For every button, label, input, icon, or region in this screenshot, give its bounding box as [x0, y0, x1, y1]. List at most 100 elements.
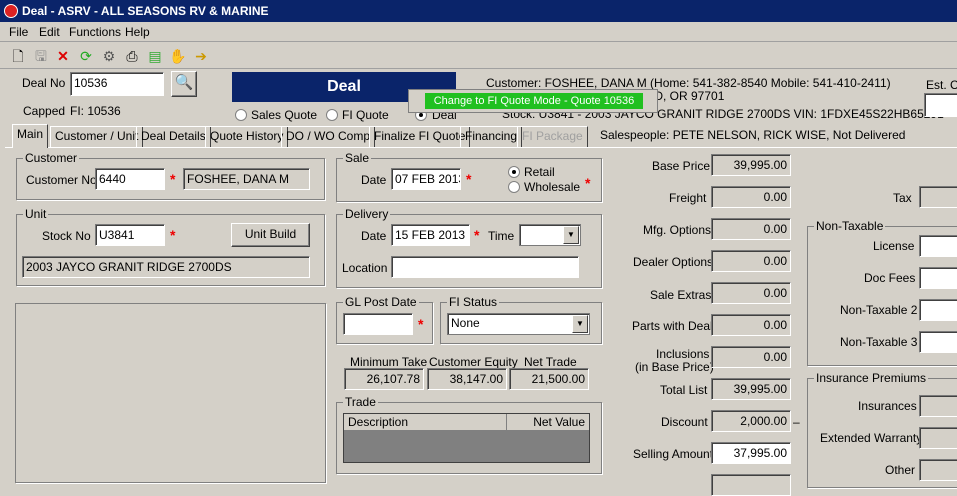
fi-status-title: FI Status — [447, 295, 500, 309]
customer-equity-value: 38,147.00 — [427, 368, 507, 390]
tab-fi-package[interactable]: FI Package — [517, 126, 588, 147]
parts-with-deal-value: 0.00 — [711, 314, 791, 336]
export-icon[interactable]: ▤ — [146, 47, 164, 65]
chevron-down-icon[interactable]: ▼ — [572, 315, 588, 333]
selling-amount-input[interactable]: 37,995.00 — [711, 442, 791, 464]
tab-finalize-fi-quote[interactable]: Finalize FI Quote — [369, 126, 471, 147]
print-icon[interactable]: ⎙ — [123, 47, 141, 65]
gl-post-date-input[interactable] — [343, 313, 413, 335]
other-value — [919, 459, 957, 481]
doc-fees-label: Doc Fees — [864, 271, 916, 285]
customer-address: ID, OR 97701 — [651, 89, 725, 103]
tab-deal-details[interactable]: Deal Details — [136, 126, 211, 147]
wholesale-radio[interactable] — [508, 181, 520, 193]
stock-no-input[interactable]: U3841 — [95, 224, 165, 246]
license-input[interactable] — [919, 235, 957, 257]
notes-panel — [15, 303, 326, 483]
fi-status-select[interactable]: None ▼ — [447, 313, 590, 335]
inclusions-sublabel: (in Base Price) — [635, 360, 714, 374]
tab-do-wo-comp[interactable]: DO / WO Comp — [281, 126, 376, 147]
dealer-options-value: 0.00 — [711, 250, 791, 272]
unit-build-button[interactable]: Unit Build — [231, 223, 310, 247]
menu-bar: File Edit Functions Help — [0, 22, 957, 42]
mfg-options-value: 0.00 — [711, 218, 791, 240]
parts-with-deal-label: Parts with Deal — [632, 319, 713, 333]
app-icon — [4, 4, 18, 18]
next-value-field — [711, 474, 791, 496]
non-taxable-2-input[interactable] — [919, 299, 957, 321]
tab-quote-history[interactable]: Quote History — [205, 126, 289, 147]
refresh-icon[interactable]: ⟳ — [77, 47, 95, 65]
mode-sales-quote-radio[interactable] — [235, 109, 247, 121]
tab-divider — [5, 147, 957, 148]
license-label: License — [873, 239, 915, 253]
extended-warranty-label: Extended Warranty — [820, 431, 923, 445]
tab-customer-unit[interactable]: Customer / Unit — [50, 126, 144, 147]
gl-post-title: GL Post Date — [343, 295, 419, 309]
customer-name-field: FOSHEE, DANA M — [183, 168, 310, 190]
minimum-take-label: Minimum Take — [350, 355, 428, 369]
settings-icon[interactable]: ⚙ — [100, 47, 118, 65]
delivery-date-label: Date — [361, 229, 387, 243]
other-label: Other — [885, 463, 916, 477]
column-divider — [506, 414, 507, 431]
handshake-icon[interactable]: ✋ — [169, 47, 187, 65]
menu-functions[interactable]: Functions — [69, 25, 121, 39]
menu-file[interactable]: File — [9, 25, 28, 39]
deal-no-input[interactable]: 10536 — [70, 72, 164, 96]
retail-radio[interactable] — [508, 166, 520, 178]
est-close-input[interactable] — [924, 93, 957, 117]
base-price-label: Base Price — [652, 159, 711, 173]
save-icon[interactable]: 🖫 — [32, 47, 50, 65]
tab-main[interactable]: Main — [12, 124, 49, 148]
window-title: Deal - ASRV - ALL SEASONS RV & MARINE — [22, 4, 269, 18]
forward-icon[interactable]: ➔ — [192, 47, 210, 65]
insurance-title: Insurance Premiums — [814, 371, 929, 385]
non-taxable-3-label: Non-Taxable 3 — [840, 335, 918, 349]
customer-equity-label: Customer Equity — [429, 355, 518, 369]
menu-edit[interactable]: Edit — [39, 25, 60, 39]
chevron-down-icon[interactable]: ▼ — [563, 226, 579, 244]
tab-financing[interactable]: Financing — [460, 126, 523, 147]
delete-icon[interactable]: ✕ — [54, 47, 72, 65]
capped-label: Capped — [23, 104, 66, 118]
tooltip-text: Change to FI Quote Mode - Quote 10536 — [425, 93, 643, 109]
search-deal-button[interactable]: 🔍 — [171, 71, 197, 97]
customer-no-label: Customer No — [26, 173, 97, 187]
location-label: Location — [342, 261, 388, 275]
net-trade-label: Net Trade — [524, 355, 577, 369]
new-icon[interactable]: 🗋 — [9, 47, 27, 65]
total-list-label: Total List — [660, 383, 708, 397]
base-price-value: 39,995.00 — [711, 154, 791, 176]
location-input[interactable] — [391, 256, 579, 278]
required-marker: * — [418, 316, 424, 332]
required-marker: * — [585, 175, 591, 191]
required-marker: * — [170, 171, 176, 187]
sale-date-input[interactable]: 07 FEB 2013 — [391, 168, 461, 190]
trade-group-title: Trade — [343, 395, 378, 409]
time-select[interactable]: ▼ — [519, 224, 581, 246]
delivery-group-title: Delivery — [343, 207, 391, 221]
menu-help[interactable]: Help — [125, 25, 150, 39]
mode-fi-quote-radio[interactable] — [326, 109, 338, 121]
title-bar: Deal - ASRV - ALL SEASONS RV & MARINE — [0, 0, 957, 22]
mode-fi-quote-label: FI Quote — [342, 108, 389, 122]
doc-fees-input[interactable] — [919, 267, 957, 289]
unit-description-field: 2003 JAYCO GRANIT RIDGE 2700DS — [22, 256, 310, 278]
tax-label: Tax — [893, 191, 912, 205]
total-list-value: 39,995.00 — [711, 378, 791, 400]
customer-no-input[interactable]: 6440 — [95, 168, 165, 190]
mode-sales-quote-label: Sales Quote — [251, 108, 318, 122]
magnifier-icon: 🔍 — [174, 74, 194, 91]
fi-status-value: None — [451, 316, 480, 330]
insurances-value — [919, 395, 957, 417]
salespeople: Salespeople: PETE NELSON, RICK WISE, Not… — [600, 128, 906, 142]
sale-extras-value: 0.00 — [711, 282, 791, 304]
extended-warranty-value — [919, 427, 957, 449]
non-taxable-3-input[interactable] — [919, 331, 957, 353]
delivery-date-input[interactable]: 15 FEB 2013 — [391, 224, 470, 246]
col-net-value[interactable]: Net Value — [533, 415, 585, 429]
trade-table[interactable]: Description Net Value — [343, 413, 590, 463]
discount-value: 2,000.00 — [711, 410, 791, 432]
col-description[interactable]: Description — [348, 415, 408, 429]
